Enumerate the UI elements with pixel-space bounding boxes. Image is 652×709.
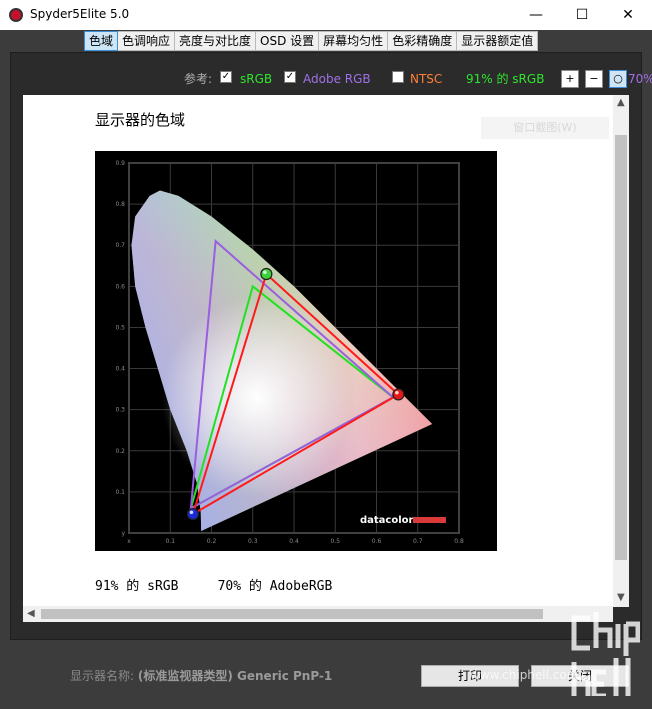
datacolor-brand-bar (413, 517, 446, 523)
y-tick-label-1: 0.1 (115, 489, 125, 496)
adobe-rgb-checkbox[interactable]: ✓ (284, 71, 296, 83)
x-tick-label-1: 0.1 (165, 538, 175, 545)
coverage-result: 91% 的 sRGB 70% 的 AdobeRGB (95, 579, 333, 594)
datacolor-brand-text: datacolor (360, 515, 414, 526)
y-tick-label-7: 0.7 (115, 242, 125, 249)
primary-point-blue (186, 507, 200, 521)
y-tick-label-3: 0.3 (115, 407, 125, 414)
srgb-checkbox[interactable]: ✓ (220, 71, 232, 83)
minimize-button[interactable]: — (513, 0, 559, 30)
tab-brightness-contrast[interactable]: 亮度与对比度 (175, 31, 257, 51)
zoom-level: 70% (628, 72, 652, 86)
display-name-value: (标准监视器类型) Generic PnP-1 (137, 669, 333, 683)
primary-highlight-red (395, 390, 399, 395)
x-tick-label-7: 0.7 (413, 538, 423, 545)
srgb-label: sRGB (240, 72, 273, 86)
tab-strip: 色域 色调响应 亮度与对比度 OSD 设置 屏幕均匀性 色彩精确度 显示器额定值 (84, 31, 539, 51)
scroll-up-icon[interactable]: ▲ (617, 97, 625, 108)
reference-label: 参考: (184, 72, 213, 86)
datacolor-brand: datacolor (360, 515, 446, 526)
watermark-url: www.chiphell.com (470, 668, 579, 682)
horizontal-scrollbar[interactable]: ◀ (23, 606, 613, 622)
ntsc-label: NTSC (410, 72, 443, 86)
primary-highlight-green (263, 270, 267, 274)
title-bar: Spyder5Elite 5.0 — ☐ ✕ (0, 0, 652, 30)
tab-display-rating[interactable]: 显示器额定值 (457, 31, 539, 51)
y-tick-label-5: 0.5 (115, 324, 125, 331)
zoom-out-button[interactable]: − (585, 70, 603, 88)
horizontal-scroll-thumb[interactable] (41, 609, 543, 619)
maximize-button[interactable]: ☐ (559, 0, 605, 30)
x-tick-label-4: 0.4 (289, 538, 299, 545)
display-name-row: 显示器名称: (标准监视器类型) Generic PnP-1 (70, 667, 332, 684)
zoom-fit-button[interactable]: ○ (609, 70, 627, 88)
report-title: 显示器的色域 (95, 111, 186, 129)
tab-color-gamut[interactable]: 色域 (84, 31, 119, 51)
cie-chromaticity-svg: x 0.1 0.2 0.3 0.4 0.5 0.6 0.7 0.8 y 0.1 0.2 0.3 0.4 0.… (115, 160, 464, 545)
tab-screen-uniformity[interactable]: 屏幕均匀性 (319, 31, 389, 51)
ntsc-checkbox[interactable] (392, 71, 404, 83)
window-title: Spyder5Elite 5.0 (30, 7, 130, 21)
primary-highlight-blue (189, 510, 194, 515)
cie-chart: x 0.1 0.2 0.3 0.4 0.5 0.6 0.7 0.8 y 0.1 0.2 0.3 0.4 0.… (95, 151, 497, 551)
x-tick-label-8: 0.8 (454, 538, 464, 545)
close-window-button[interactable]: ✕ (605, 0, 651, 30)
primary-point-red (392, 388, 405, 401)
spectral-locus-layer (131, 190, 433, 531)
coverage-summary: 91% 的 sRGB (466, 72, 545, 86)
y-tick-label-2: 0.2 (115, 448, 125, 455)
x-tick-label-2: 0.2 (207, 538, 217, 545)
display-name-label: 显示器名称: (70, 669, 135, 683)
chiphell-watermark-logo (571, 612, 640, 696)
tab-tone-response[interactable]: 色调响应 (118, 31, 176, 51)
adobe-rgb-label: Adobe RGB (303, 72, 371, 86)
x-tick-label-5: 0.5 (330, 538, 340, 545)
vertical-scroll-thumb[interactable] (615, 135, 627, 560)
vertical-scrollbar[interactable]: ▲ ▼ (613, 95, 629, 607)
x-tick-label-3: 0.3 (248, 538, 258, 545)
report-document: 显示器的色域 窗口截图(W) x 0.1 0.2 0.3 0.4 0.5 0.6… (23, 95, 613, 607)
primary-point-green (260, 267, 273, 281)
screenshot-ghost-button: 窗口截图(W) (481, 117, 609, 139)
x-tick-label-6: 0.6 (372, 538, 382, 545)
spyder-app-icon (9, 8, 23, 22)
tab-osd-settings[interactable]: OSD 设置 (256, 31, 320, 51)
scroll-down-icon[interactable]: ▼ (617, 592, 625, 603)
y-tick-label-0: y (121, 530, 125, 537)
tab-color-accuracy[interactable]: 色彩精确度 (388, 31, 458, 51)
y-tick-label-9: 0.9 (115, 160, 125, 167)
y-tick-label-6: 0.6 (115, 283, 125, 290)
zoom-in-button[interactable]: + (561, 70, 579, 88)
y-tick-label-8: 0.8 (115, 201, 125, 208)
x-tick-label-0: x (127, 538, 131, 545)
scroll-left-icon[interactable]: ◀ (27, 608, 35, 619)
y-tick-label-4: 0.4 (115, 366, 125, 373)
